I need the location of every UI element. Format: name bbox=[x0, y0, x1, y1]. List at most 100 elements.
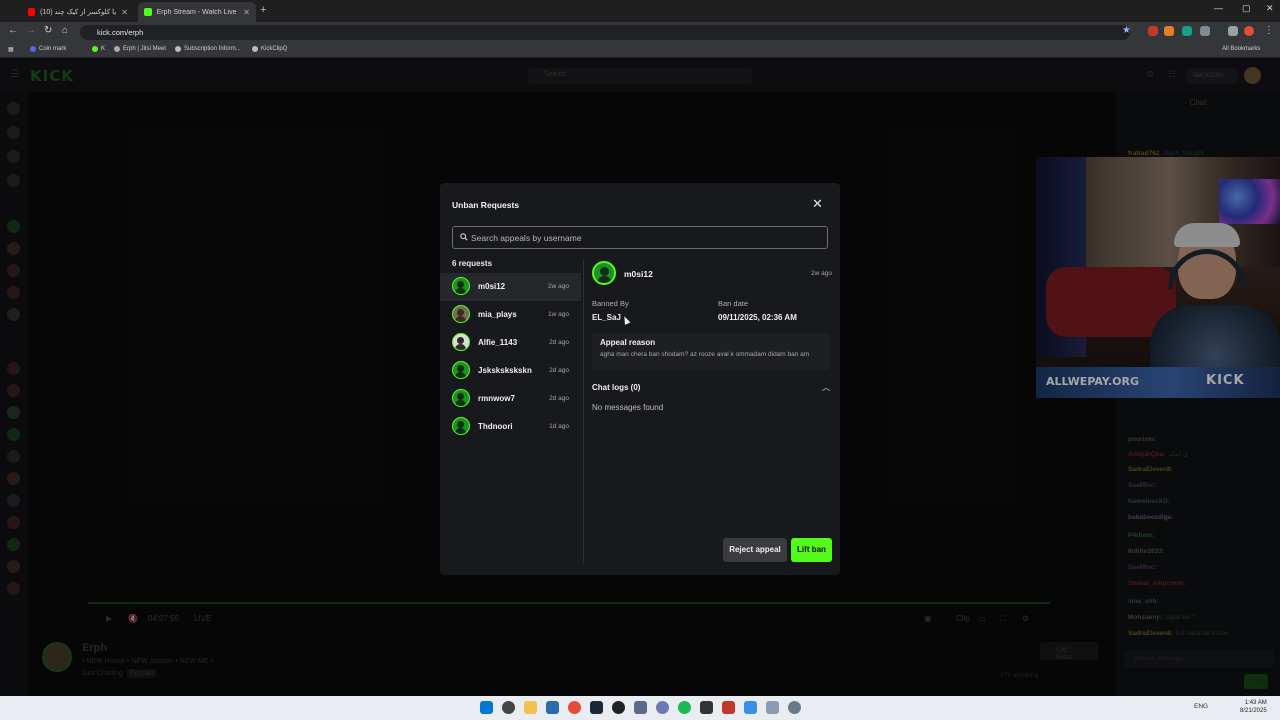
avatar bbox=[452, 333, 470, 351]
request-count: 6 requests bbox=[452, 259, 493, 268]
minimize-icon[interactable]: — bbox=[1214, 3, 1223, 13]
bookmark-star-icon[interactable]: ★ bbox=[1122, 25, 1131, 36]
request-item[interactable]: Jskskskskskn 2d ago bbox=[440, 357, 581, 385]
bookmark-icon bbox=[175, 46, 181, 52]
windows-taskbar: ENG 1:43 AM 8/21/2025 bbox=[0, 696, 1280, 720]
menu-icon[interactable]: ⋮ bbox=[1264, 25, 1274, 36]
detail-time: 2w ago bbox=[811, 270, 832, 277]
avatar bbox=[592, 261, 616, 285]
modal-title: Unban Requests bbox=[452, 200, 520, 210]
request-item[interactable]: mia_plays 1w ago bbox=[440, 301, 581, 329]
language-indicator[interactable]: ENG bbox=[1194, 703, 1208, 710]
lift-ban-button[interactable]: Lift ban bbox=[791, 538, 832, 562]
bookmark-label: Erph | Jitsi Meet bbox=[123, 46, 166, 52]
search-icon bbox=[460, 233, 468, 241]
clock-time: 1:43 AM bbox=[1244, 700, 1267, 706]
system-clock[interactable]: 1:43 AM 8/21/2025 bbox=[1240, 699, 1267, 715]
avatar bbox=[452, 277, 470, 295]
bookmark-label: Subscription Inform... bbox=[184, 46, 241, 52]
request-item[interactable]: rmnwow7 2d ago bbox=[440, 385, 581, 413]
ban-date-label: Ban date bbox=[718, 299, 749, 308]
avatar bbox=[452, 417, 470, 435]
bookmark-label: K bbox=[101, 46, 106, 52]
youtube-icon bbox=[28, 8, 36, 16]
puzzle-icon[interactable] bbox=[1200, 26, 1210, 36]
close-icon[interactable]: ✕ bbox=[243, 8, 250, 17]
address-bar-row: ← → ↻ ⌂ kick.com/erph ★ ⋮ bbox=[0, 22, 1280, 42]
extension-icon[interactable] bbox=[1182, 26, 1192, 36]
request-time: 2d ago bbox=[549, 395, 569, 402]
start-icon[interactable] bbox=[480, 701, 493, 714]
bookmark-label: Coin mark bbox=[39, 46, 67, 52]
maximize-icon[interactable]: ▢ bbox=[1242, 3, 1251, 14]
request-time: 2w ago bbox=[548, 283, 569, 290]
appeals-search-field[interactable] bbox=[452, 226, 828, 249]
close-icon[interactable]: ✕ bbox=[121, 8, 128, 17]
banned-by-label: Banned By bbox=[592, 299, 629, 308]
request-item[interactable]: Alfie_1143 2d ago bbox=[440, 329, 581, 357]
chevron-up-icon[interactable]: ︿ bbox=[822, 382, 830, 393]
no-messages-text: No messages found bbox=[592, 403, 664, 412]
chrome-icon[interactable] bbox=[568, 701, 581, 714]
bookmark-icon bbox=[252, 46, 258, 52]
clock-date: 8/21/2025 bbox=[1240, 708, 1267, 714]
browser-tab-bar: (10) درامد آزیا کلوکسر از کیک چند ✕ Erph… bbox=[0, 0, 1280, 22]
home-icon[interactable]: ⌂ bbox=[62, 25, 68, 36]
avatar bbox=[452, 305, 470, 323]
unban-requests-modal: Unban Requests ✕ 6 requests m0si12 2w ag… bbox=[440, 183, 840, 575]
close-icon[interactable]: ✕ bbox=[812, 197, 823, 210]
kick-icon bbox=[92, 46, 98, 52]
terminal-icon[interactable] bbox=[700, 701, 713, 714]
url-text: kick.com/erph bbox=[97, 28, 144, 37]
appeals-search-input[interactable] bbox=[471, 229, 811, 246]
search-icon[interactable] bbox=[502, 701, 515, 714]
request-username: Jskskskskskn bbox=[478, 366, 532, 375]
url-field[interactable]: kick.com/erph bbox=[80, 25, 1130, 40]
spotify-icon[interactable] bbox=[678, 701, 691, 714]
reject-appeal-button[interactable]: Reject appeal bbox=[723, 538, 787, 562]
avatar bbox=[452, 361, 470, 379]
screen: (10) درامد آزیا کلوکسر از کیک چند ✕ Erph… bbox=[0, 0, 1280, 720]
bookmark-k[interactable]: K bbox=[92, 46, 105, 52]
all-bookmarks[interactable]: All Bookmarks bbox=[1222, 46, 1260, 52]
app-icon[interactable] bbox=[744, 701, 757, 714]
request-time: 2d ago bbox=[549, 367, 569, 374]
app-icon[interactable] bbox=[634, 701, 647, 714]
banned-by-value: EL_SaJ bbox=[592, 313, 621, 322]
app-icon[interactable] bbox=[546, 701, 559, 714]
app-icon[interactable] bbox=[656, 701, 669, 714]
tab-kick[interactable]: Erph Stream - Watch Live on Ki ✕ bbox=[138, 2, 256, 22]
app-icon[interactable] bbox=[612, 701, 625, 714]
tab-youtube[interactable]: (10) درامد آزیا کلوکسر از کیک چند ✕ bbox=[22, 2, 134, 22]
bookmark-jitsi[interactable]: Erph | Jitsi Meet bbox=[114, 46, 166, 52]
download-icon[interactable] bbox=[1228, 26, 1238, 36]
forward-icon[interactable]: → bbox=[26, 25, 36, 36]
profile-icon[interactable] bbox=[1244, 26, 1254, 36]
bookmark-coin-mark[interactable]: Coin mark bbox=[30, 46, 66, 52]
extension-icon[interactable] bbox=[1164, 26, 1174, 36]
apps-icon[interactable]: ▦ bbox=[8, 46, 14, 53]
bookmark-kickclipq[interactable]: KickClipQ bbox=[252, 46, 287, 52]
new-tab-icon[interactable]: + bbox=[260, 4, 266, 16]
bookmark-icon bbox=[30, 46, 36, 52]
tab-label: Erph Stream - Watch Live on Ki bbox=[156, 8, 239, 16]
bookmark-subscription[interactable]: Subscription Inform... bbox=[175, 46, 241, 52]
panel-divider bbox=[583, 259, 584, 563]
steam-icon[interactable] bbox=[590, 701, 603, 714]
close-window-icon[interactable]: ✕ bbox=[1266, 3, 1274, 14]
app-icon[interactable] bbox=[766, 701, 779, 714]
reload-icon[interactable]: ↻ bbox=[44, 25, 52, 36]
detail-username: m0si12 bbox=[624, 269, 653, 279]
request-item[interactable]: Thdnoori 1d ago bbox=[440, 413, 581, 441]
app-icon[interactable] bbox=[722, 701, 735, 714]
settings-icon[interactable] bbox=[788, 701, 801, 714]
file-explorer-icon[interactable] bbox=[524, 701, 537, 714]
request-time: 1d ago bbox=[549, 423, 569, 430]
request-time: 2d ago bbox=[549, 339, 569, 346]
request-item[interactable]: m0si12 2w ago bbox=[440, 273, 581, 301]
chat-logs-label[interactable]: Chat logs (0) bbox=[592, 383, 640, 392]
back-icon[interactable]: ← bbox=[8, 25, 18, 36]
request-username: Alfie_1143 bbox=[478, 338, 518, 347]
bookmark-label: KickClipQ bbox=[261, 46, 288, 52]
extension-icon[interactable] bbox=[1148, 26, 1158, 36]
